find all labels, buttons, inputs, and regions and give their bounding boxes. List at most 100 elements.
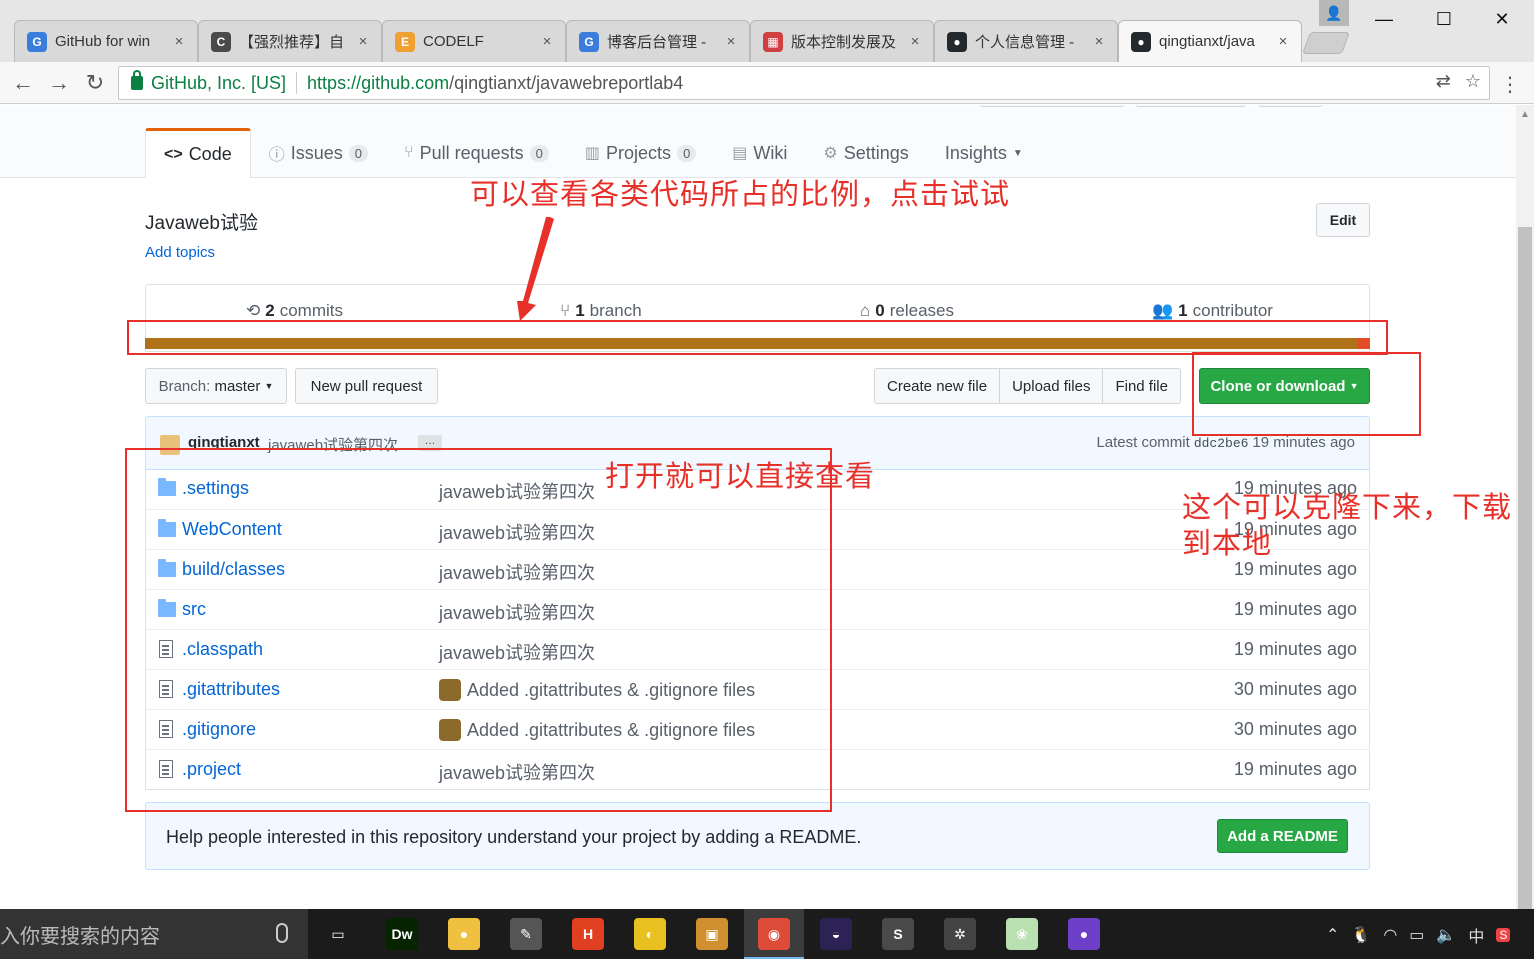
app-box-icon[interactable]: ▣ — [696, 918, 728, 950]
sublime-icon[interactable]: S — [882, 918, 914, 950]
scroll-up-arrow-icon[interactable]: ▲ — [1520, 109, 1530, 120]
reload-icon[interactable]: ↻ — [80, 68, 110, 98]
add-readme-button[interactable]: Add a README — [1217, 819, 1348, 853]
commits-label: commits — [279, 301, 343, 320]
app-gear-icon[interactable]: ✲ — [944, 918, 976, 950]
contributor-count: 1 — [1178, 301, 1188, 320]
tab-favicon-icon: G — [579, 31, 599, 52]
latest-commit-prefix: Latest commit — [1096, 434, 1190, 451]
issue-icon: ⓘ — [268, 147, 285, 164]
branch-icon: ⑂ — [560, 301, 571, 320]
browser-tab[interactable]: ▦ 版本控制发展及 × — [750, 20, 934, 62]
chrome-icon[interactable]: ◉ — [758, 918, 790, 950]
tab-code[interactable]: <> Code — [145, 128, 251, 178]
close-tab-icon[interactable]: × — [171, 33, 187, 50]
task-view-icon[interactable]: ▭ — [322, 918, 354, 950]
microphone-icon[interactable] — [276, 923, 288, 943]
wifi-icon[interactable]: ◠ — [1383, 925, 1397, 945]
contributor-label: contributor — [1192, 301, 1273, 320]
close-tab-icon[interactable]: × — [355, 33, 371, 50]
repo-nav: <> Code ⓘ Issues 0 ⑂ Pull requests 0 ▥ P… — [145, 128, 1041, 178]
browser-tab[interactable]: ● 个人信息管理 - × — [934, 20, 1118, 62]
gear-icon: ⚙ — [823, 145, 838, 162]
annotation-box-language-bar — [127, 320, 1388, 355]
commits-link[interactable]: ⟲ 2 commits — [246, 301, 343, 321]
tab-insights[interactable]: Insights ▼ — [927, 128, 1041, 178]
hbuilder-icon[interactable]: H — [572, 918, 604, 950]
browser-tab[interactable]: E CODELF × — [382, 20, 566, 62]
new-pull-request-button[interactable]: New pull request — [295, 368, 438, 404]
eclipse-icon[interactable]: ◒ — [820, 918, 852, 950]
releases-count: 0 — [875, 301, 885, 320]
profile-icon[interactable]: 👤 — [1319, 0, 1349, 26]
app-bird-icon[interactable]: ● — [448, 918, 480, 950]
back-arrow-icon[interactable]: ← — [8, 68, 38, 98]
file-age: 19 minutes ago — [1233, 639, 1357, 659]
taskbar-search-input[interactable]: 入你要搜索的内容 — [0, 909, 308, 959]
forward-arrow-icon[interactable]: → — [44, 68, 74, 98]
browser-tab[interactable]: ● qingtianxt/java × — [1118, 20, 1302, 62]
tab-insights-label: Insights — [944, 142, 1007, 163]
add-topics-link[interactable]: Add topics — [145, 244, 215, 261]
battery-icon[interactable]: ▭ — [1409, 925, 1424, 945]
bookmark-star-icon[interactable]: ☆ — [1465, 71, 1481, 92]
new-tab-button[interactable] — [1301, 32, 1351, 54]
history-icon: ⟲ — [246, 301, 261, 320]
url-host: https://github.com — [307, 72, 450, 93]
commit-sha-link[interactable]: ddc2be6 — [1194, 434, 1249, 451]
app-leaf-icon[interactable]: ❀ — [1006, 918, 1038, 950]
branch-select-button[interactable]: Branch: master ▼ — [145, 368, 287, 404]
tab-pull-requests[interactable]: ⑂ Pull requests 0 — [386, 128, 567, 178]
releases-link[interactable]: ⌂ 0 releases — [860, 301, 954, 321]
volume-icon[interactable]: 🔈 — [1436, 925, 1456, 945]
repo-description: Javaweb试验 — [145, 213, 258, 234]
tab-projects[interactable]: ▥ Projects 0 — [567, 128, 714, 178]
close-tab-icon[interactable]: × — [723, 33, 739, 50]
maximize-button[interactable]: ☐ — [1424, 6, 1464, 32]
branches-link[interactable]: ⑂ 1 branch — [560, 301, 642, 321]
page-scrollbar[interactable]: ▲ — [1516, 105, 1534, 909]
translate-icon[interactable]: ⇄ — [1436, 71, 1451, 92]
qq-icon[interactable]: 🐧 — [1351, 925, 1371, 945]
minimize-button[interactable]: — — [1364, 6, 1404, 32]
file-age: 19 minutes ago — [1233, 559, 1357, 579]
file-age: 19 minutes ago — [1233, 599, 1357, 619]
tab-favicon-icon: G — [27, 31, 47, 52]
browser-tab[interactable]: C 【强烈推荐】自 × — [198, 20, 382, 62]
latest-commit-info: Latest commit ddc2be6 19 minutes ago — [1096, 434, 1355, 451]
ime-indicator[interactable]: 中 — [1468, 923, 1484, 947]
close-tab-icon[interactable]: × — [1275, 33, 1291, 50]
find-file-button[interactable]: Find file — [1102, 368, 1181, 404]
edit-description-button[interactable]: Edit — [1316, 203, 1370, 237]
commits-count: 2 — [265, 301, 275, 320]
tab-issues-label: Issues — [290, 142, 343, 163]
contributors-link[interactable]: 👥 1 contributor — [1152, 301, 1273, 321]
close-tab-icon[interactable]: × — [1091, 33, 1107, 50]
tab-issues[interactable]: ⓘ Issues 0 — [251, 128, 386, 178]
pull-requests-counter: 0 — [529, 144, 549, 162]
browser-tab[interactable]: G 博客后台管理 - × — [566, 20, 750, 62]
github-desktop-icon[interactable]: ● — [1068, 918, 1100, 950]
app-circle-icon[interactable]: ◐ — [634, 918, 666, 950]
sogou-icon[interactable]: S — [1496, 928, 1511, 942]
scrollbar-thumb[interactable] — [1518, 227, 1532, 909]
app-tools-icon[interactable]: ✎ — [510, 918, 542, 950]
file-navigation: Branch: master ▼ New pull request Create… — [145, 368, 1370, 404]
address-bar[interactable]: GitHub, Inc. [US] https://github.com/qin… — [118, 66, 1490, 100]
upload-files-button[interactable]: Upload files — [999, 368, 1104, 404]
browser-toolbar: ← → ↻ GitHub, Inc. [US] https://github.c… — [0, 62, 1534, 104]
tab-settings[interactable]: ⚙ Settings — [805, 128, 926, 178]
close-tab-icon[interactable]: × — [539, 33, 555, 50]
browser-tab[interactable]: G GitHub for win × — [14, 20, 198, 62]
dreamweaver-icon[interactable]: Dw — [386, 918, 418, 950]
browser-menu-icon[interactable]: ⋮ — [1500, 72, 1520, 97]
create-new-file-button[interactable]: Create new file — [874, 368, 1001, 404]
close-tab-icon[interactable]: × — [907, 33, 923, 50]
header-action-buttons — [980, 105, 1322, 107]
close-window-button[interactable]: ✕ — [1482, 6, 1522, 32]
tab-title: 版本控制发展及 — [791, 34, 897, 51]
pull-request-icon: ⑂ — [404, 144, 414, 161]
chevron-up-icon[interactable]: ⌃ — [1326, 925, 1339, 945]
commit-age: 19 minutes ago — [1252, 434, 1355, 451]
tab-wiki[interactable]: ▤ Wiki — [714, 128, 805, 178]
